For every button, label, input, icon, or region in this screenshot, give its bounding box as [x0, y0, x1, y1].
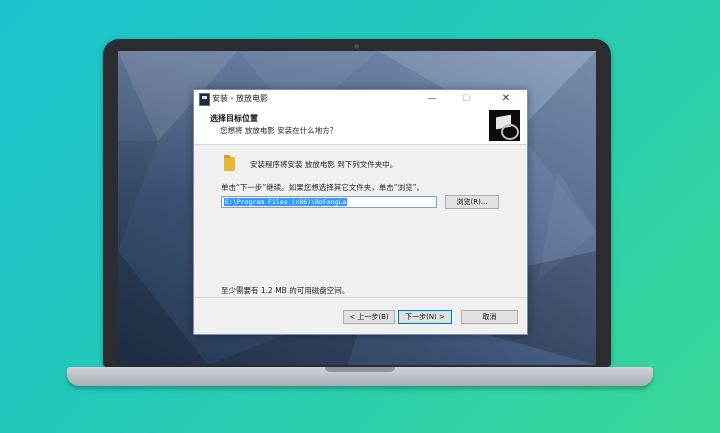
disc-shape [501, 124, 519, 140]
page-subtitle: 您想将 放放电影 安装在什么地方？ [220, 126, 338, 135]
wizard-body: 安装程序将安装 放放电影 到下列文件夹中。 单击“下一步”继续。如果您想选择其它… [194, 145, 527, 297]
disk-space-text: 至少需要有 1.2 MB 的可用磁盘空间。 [221, 286, 350, 295]
laptop-base-notch [325, 367, 395, 372]
wizard-header: 选择目标位置 您想将 放放电影 安装在什么地方？ [194, 108, 527, 145]
intro-text: 安装程序将安装 放放电影 到下列文件夹中。 [250, 160, 398, 169]
installer-window: 安装 - 放放电影 — ☐ ✕ 选择目标位置 您想将 放放电影 安装在什么地方？… [193, 89, 528, 335]
app-icon [199, 93, 210, 106]
instruction-text: 单击“下一步”继续。如果您想选择其它文件夹，单击“浏览”。 [221, 183, 425, 192]
folder-icon [224, 155, 235, 171]
next-button[interactable]: 下一步(N) > [398, 310, 452, 324]
maximize-button: ☐ [461, 94, 471, 104]
browse-button[interactable]: 浏览(R)... [445, 195, 499, 209]
cancel-button[interactable]: 取消 [461, 310, 518, 324]
page-title: 选择目标位置 [210, 114, 258, 123]
minimize-button[interactable]: — [420, 92, 444, 106]
close-button[interactable]: ✕ [494, 92, 518, 106]
camera-dot [354, 44, 359, 49]
install-path-input[interactable]: E:\Program Files (x86)\BoFangLa [221, 196, 437, 208]
back-button[interactable]: < 上一步(B) [343, 310, 395, 324]
laptop-base [67, 367, 653, 386]
install-path-value: E:\Program Files (x86)\BoFangLa [224, 198, 348, 206]
window-title: 安装 - 放放电影 [212, 94, 268, 103]
title-bar[interactable]: 安装 - 放放电影 — ☐ ✕ [194, 90, 527, 108]
installer-logo-icon [489, 110, 520, 141]
wizard-footer: < 上一步(B) 下一步(N) > 取消 [194, 297, 527, 335]
